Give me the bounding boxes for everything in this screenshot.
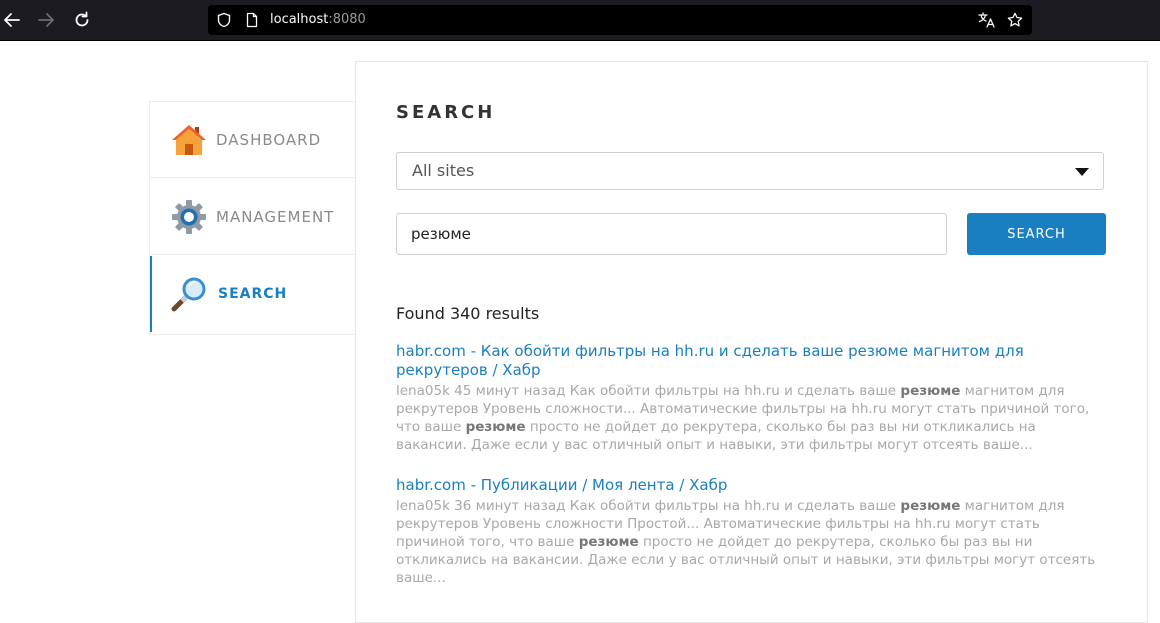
arrow-left-icon [4,13,20,27]
url-text[interactable]: localhost:8080 [270,5,366,35]
home-icon [172,124,206,155]
sidebar-item-search[interactable]: SEARCH [150,256,355,332]
snippet-text: lena05k 45 минут назад Как обойти фильтр… [396,383,901,399]
snippet-keyword: резюме [465,419,526,435]
sidebar: DASHBOARD MANAGEMENT SEARCH [149,101,356,335]
sidebar-item-label: DASHBOARD [216,130,322,149]
page-icon[interactable] [244,12,260,28]
gear-icon [172,199,206,234]
snippet-keyword: резюме [900,383,961,399]
result-item: habr.com - Публикации / Моя лента / Хабр… [396,476,1096,587]
result-item: habr.com - Как обойти фильтры на hh.ru и… [396,342,1096,454]
search-button[interactable]: SEARCH [967,213,1106,255]
page-title: SEARCH [396,102,496,123]
shield-icon[interactable] [216,12,232,28]
chevron-down-icon [1075,168,1089,176]
address-bar[interactable]: localhost:8080 [208,5,1032,35]
result-title-link[interactable]: habr.com - Публикации / Моя лента / Хабр [396,476,1096,495]
url-host: localhost [270,12,329,27]
result-snippet: lena05k 36 минут назад Как обойти фильтр… [396,497,1096,587]
snippet-keyword: резюме [900,498,961,514]
back-button[interactable] [0,8,24,32]
result-snippet: lena05k 45 минут назад Как обойти фильтр… [396,382,1096,454]
forward-button[interactable] [34,8,58,32]
search-panel: SEARCH All sites SEARCH Found 340 result… [355,61,1148,623]
sidebar-item-management[interactable]: MANAGEMENT [150,179,355,255]
bookmark-star-icon[interactable] [1007,12,1023,28]
snippet-text: lena05k 36 минут назад Как обойти фильтр… [396,498,901,514]
browser-toolbar: localhost:8080 [0,0,1160,41]
result-title-link[interactable]: habr.com - Как обойти фильтры на hh.ru и… [396,342,1096,380]
url-port: :8080 [328,12,366,27]
arrow-right-icon [38,13,54,27]
site-select[interactable]: All sites [396,152,1104,190]
sidebar-item-label: MANAGEMENT [216,207,335,226]
search-input[interactable] [396,213,947,255]
magnifier-icon [171,277,206,312]
reload-button[interactable] [70,8,94,32]
sidebar-item-dashboard[interactable]: DASHBOARD [150,102,355,178]
snippet-keyword: резюме [578,534,639,550]
results-count: Found 340 results [396,304,540,323]
translate-icon[interactable] [978,12,996,28]
site-select-value: All sites [412,161,475,180]
reload-icon [75,11,89,27]
sidebar-item-label: SEARCH [218,286,288,302]
